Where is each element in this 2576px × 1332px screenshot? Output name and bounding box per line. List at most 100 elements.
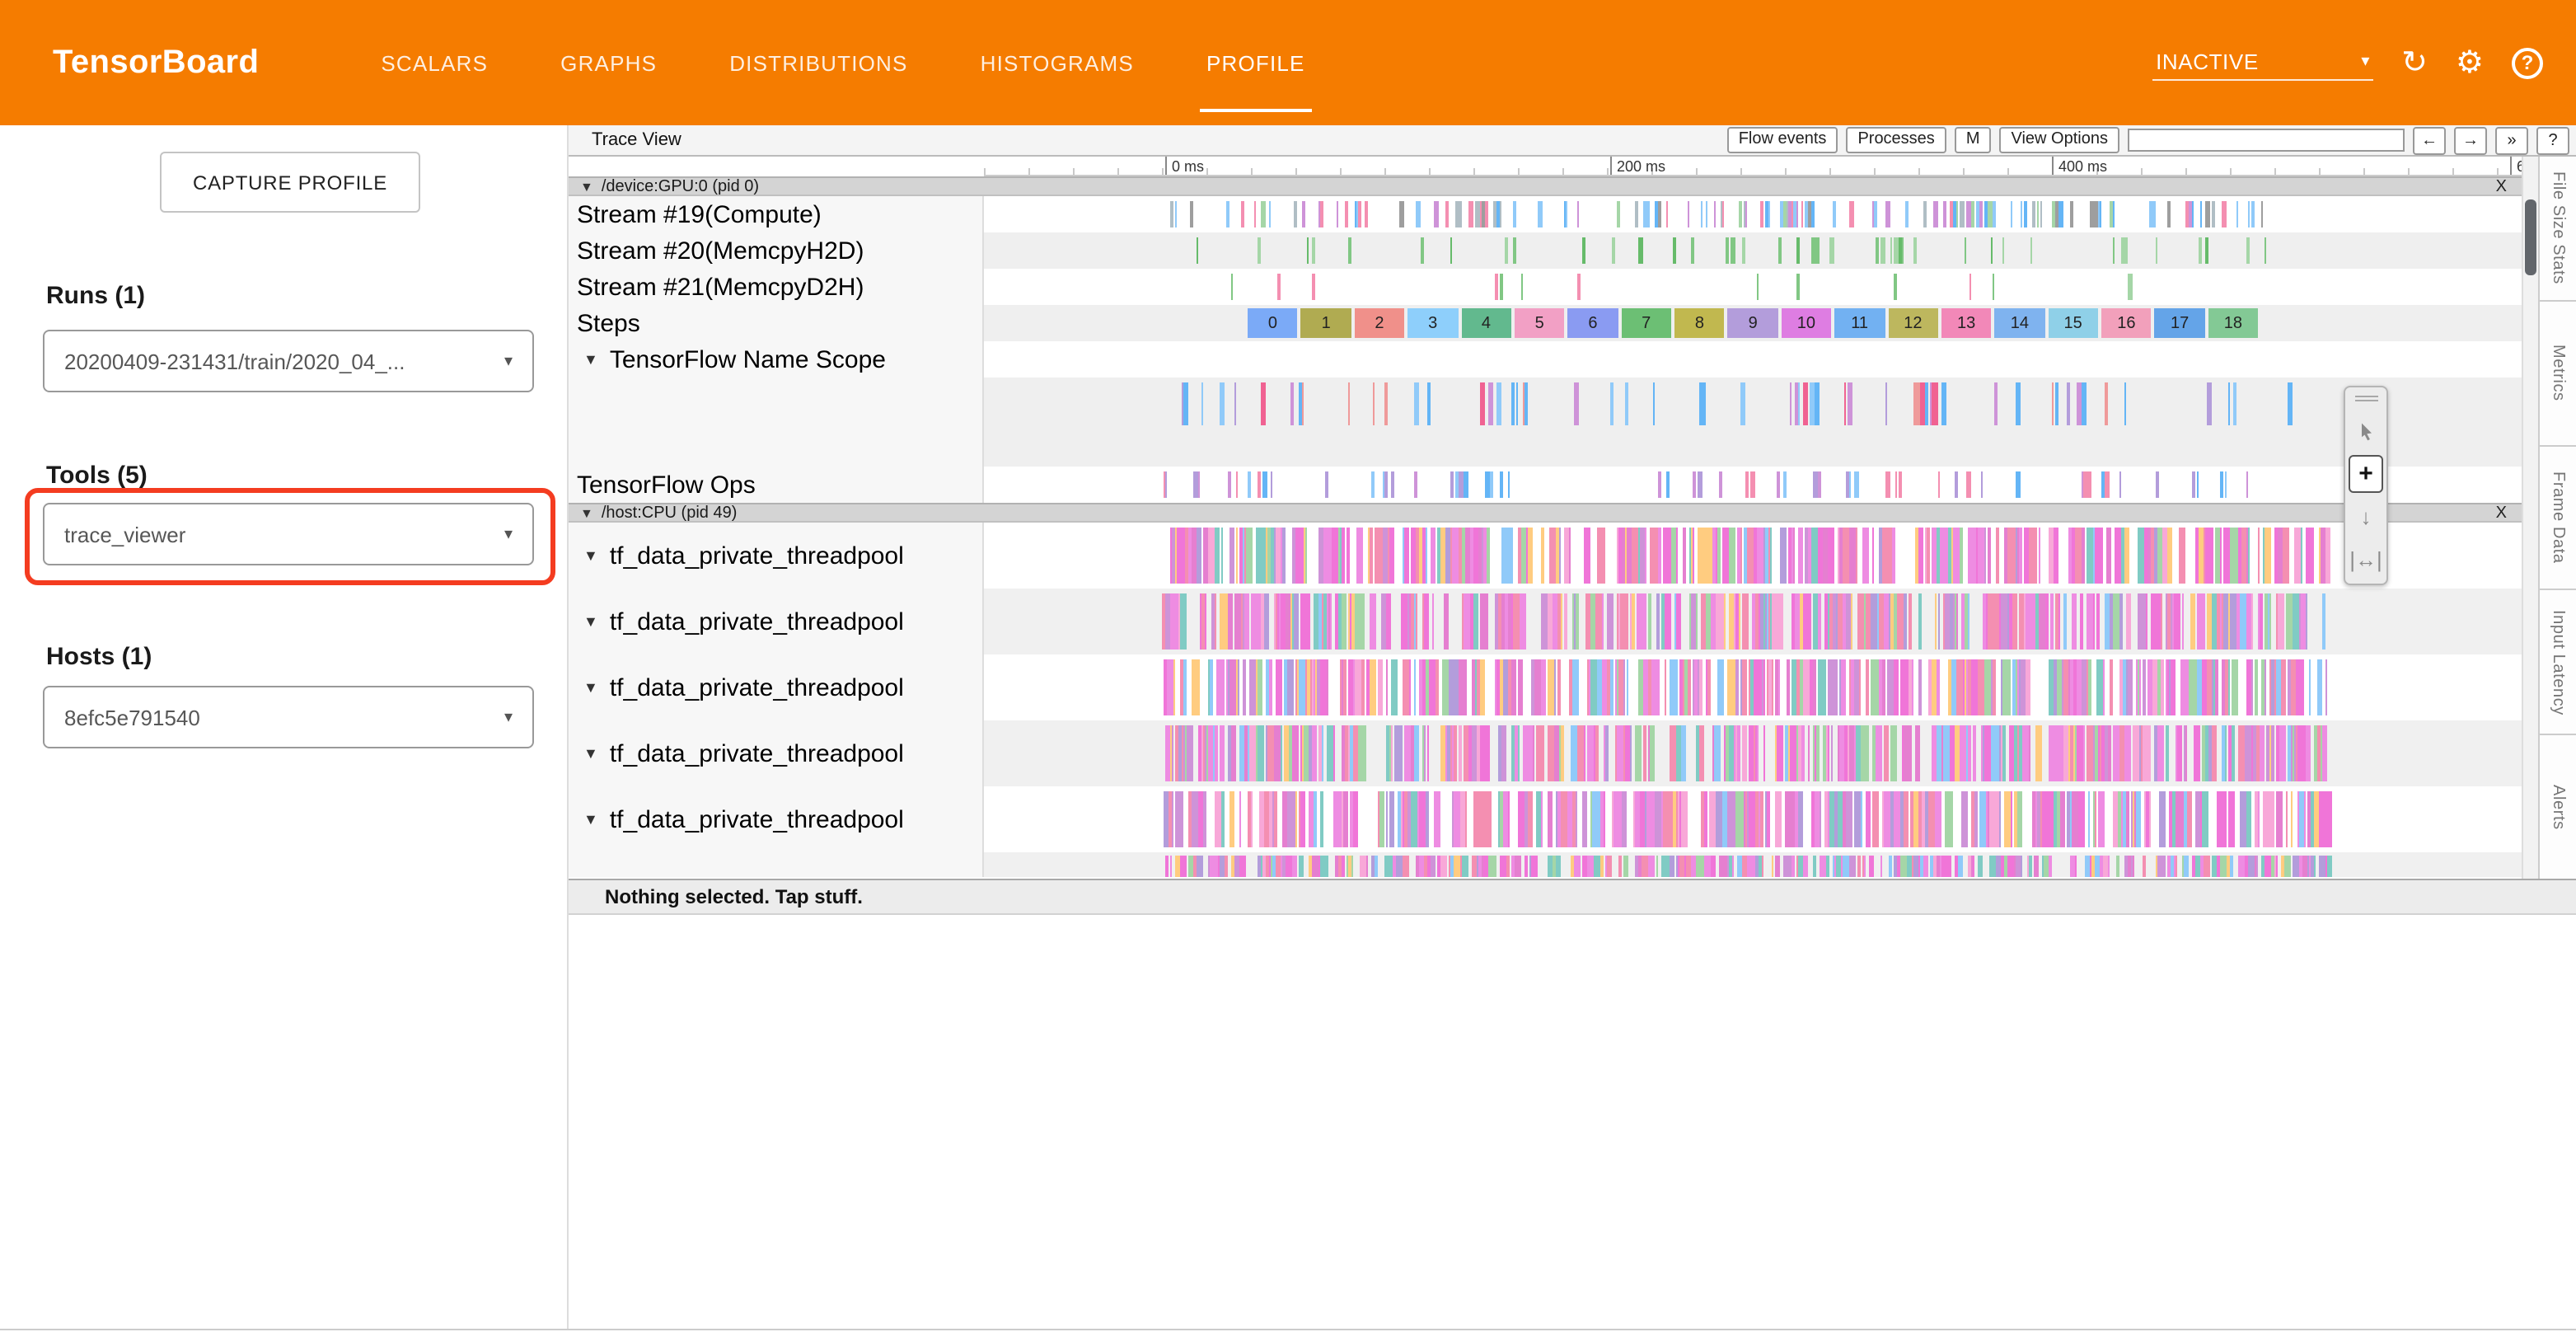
trace-event[interactable] — [1203, 791, 1206, 847]
trace-event[interactable] — [1970, 201, 1975, 227]
trace-event[interactable] — [2125, 528, 2129, 584]
trace-event[interactable] — [1790, 791, 1796, 847]
trace-event[interactable] — [1636, 791, 1640, 847]
tab-metrics[interactable]: Metrics — [2540, 302, 2576, 447]
step-block[interactable]: 16 — [2101, 308, 2152, 338]
trace-event[interactable] — [2010, 791, 2013, 847]
trace-event[interactable] — [2297, 659, 2304, 715]
trace-event[interactable] — [2016, 382, 2021, 425]
trace-event[interactable] — [1810, 382, 1815, 425]
trace-event[interactable] — [1849, 725, 1854, 781]
trace-event[interactable] — [2099, 725, 2101, 781]
trace-event[interactable] — [1508, 471, 1510, 498]
trace-event[interactable] — [1787, 201, 1791, 227]
trace-event[interactable] — [1522, 274, 1524, 300]
trace-event[interactable] — [2305, 725, 2310, 781]
trace-event[interactable] — [2224, 471, 2227, 498]
trace-event[interactable] — [2070, 659, 2074, 715]
trace-event[interactable] — [2133, 725, 2139, 781]
trace-event[interactable] — [1792, 201, 1796, 227]
trace-event[interactable] — [2279, 725, 2286, 781]
trace-event[interactable] — [1402, 659, 1409, 715]
trace-event[interactable] — [1354, 659, 1361, 715]
trace-event[interactable] — [1846, 791, 1852, 847]
trace-event[interactable] — [1791, 659, 1796, 715]
trace-event[interactable] — [1480, 725, 1483, 781]
trace-event[interactable] — [2034, 856, 2039, 877]
trace-event[interactable] — [1670, 659, 1678, 715]
trace-event[interactable] — [2092, 528, 2095, 584]
trace-event[interactable] — [1471, 725, 1477, 781]
trace-event[interactable] — [2143, 659, 2146, 715]
trace-event[interactable] — [1258, 725, 1264, 781]
trace-event[interactable] — [1311, 725, 1316, 781]
trace-event[interactable] — [1731, 237, 1735, 264]
trace-event[interactable] — [1538, 725, 1543, 781]
trace-event[interactable] — [1496, 382, 1501, 425]
refresh-icon[interactable]: ↻ — [2401, 47, 2428, 78]
trace-event[interactable] — [2247, 593, 2252, 650]
trace-event[interactable] — [1358, 725, 1366, 781]
trace-event[interactable] — [1960, 201, 1964, 227]
trace-event[interactable] — [1272, 528, 1274, 584]
trace-event[interactable] — [1573, 593, 1576, 650]
trace-event[interactable] — [2308, 659, 2311, 715]
trace-event[interactable] — [2265, 237, 2267, 264]
trace-event[interactable] — [1165, 725, 1170, 781]
trace-event[interactable] — [2308, 856, 2311, 877]
help-icon[interactable]: ? — [2512, 47, 2543, 78]
trace-event[interactable] — [1411, 791, 1417, 847]
trace-event[interactable] — [2037, 201, 2039, 227]
trace-event[interactable] — [1934, 593, 1937, 650]
trace-event[interactable] — [1618, 659, 1623, 715]
trace-event[interactable] — [2220, 791, 2227, 847]
trace-event[interactable] — [1597, 528, 1605, 584]
trace-event[interactable] — [1349, 237, 1351, 264]
trace-event[interactable] — [1657, 471, 1660, 498]
trace-event[interactable] — [1230, 856, 1234, 877]
trace-event[interactable] — [2258, 593, 2260, 650]
trace-event[interactable] — [1839, 725, 1844, 781]
trace-event[interactable] — [2069, 856, 2074, 877]
trace-event[interactable] — [2268, 791, 2274, 847]
trace-event[interactable] — [1756, 274, 1758, 300]
trace-event[interactable] — [1661, 856, 1670, 877]
trace-event[interactable] — [1588, 659, 1590, 715]
trace-event[interactable] — [1637, 237, 1642, 264]
trace-event[interactable] — [1854, 791, 1861, 847]
collapse-caret-icon[interactable]: ▼ — [583, 679, 598, 696]
trace-event[interactable] — [1481, 659, 1486, 715]
trace-event[interactable] — [1571, 856, 1575, 877]
trace-event[interactable] — [1885, 382, 1886, 425]
trace-event[interactable] — [1643, 593, 1646, 650]
trace-event[interactable] — [2204, 856, 2210, 877]
trace-event[interactable] — [1810, 201, 1815, 227]
trace-event[interactable] — [1538, 201, 1543, 227]
track-label[interactable]: Steps — [569, 305, 984, 341]
trace-event[interactable] — [2016, 791, 2022, 847]
trace-event[interactable] — [1938, 593, 1941, 650]
trace-event[interactable] — [1759, 201, 1763, 227]
trace-event[interactable] — [1714, 725, 1721, 781]
trace-event[interactable] — [2293, 528, 2301, 584]
trace-event[interactable] — [1476, 659, 1479, 715]
trace-event[interactable] — [1918, 659, 1923, 715]
trace-event[interactable] — [1911, 791, 1913, 847]
trace-event[interactable] — [1992, 274, 1995, 300]
step-block[interactable]: 8 — [1674, 308, 1725, 338]
trace-event[interactable] — [1778, 659, 1780, 715]
trace-event[interactable] — [2085, 856, 2090, 877]
trace-event[interactable] — [1527, 791, 1529, 847]
trace-event[interactable] — [1993, 659, 1997, 715]
nav-left-button[interactable]: ← — [2413, 126, 2446, 154]
trace-event[interactable] — [1991, 725, 1998, 781]
trace-event[interactable] — [1761, 856, 1763, 877]
trace-event[interactable] — [2030, 237, 2033, 264]
trace-event[interactable] — [1721, 856, 1728, 877]
trace-event[interactable] — [1193, 471, 1198, 498]
trace-event[interactable] — [1262, 593, 1264, 650]
step-block[interactable]: 9 — [1728, 308, 1778, 338]
trace-event[interactable] — [1694, 659, 1698, 715]
trace-event[interactable] — [1884, 725, 1889, 781]
trace-event[interactable] — [1236, 528, 1239, 584]
